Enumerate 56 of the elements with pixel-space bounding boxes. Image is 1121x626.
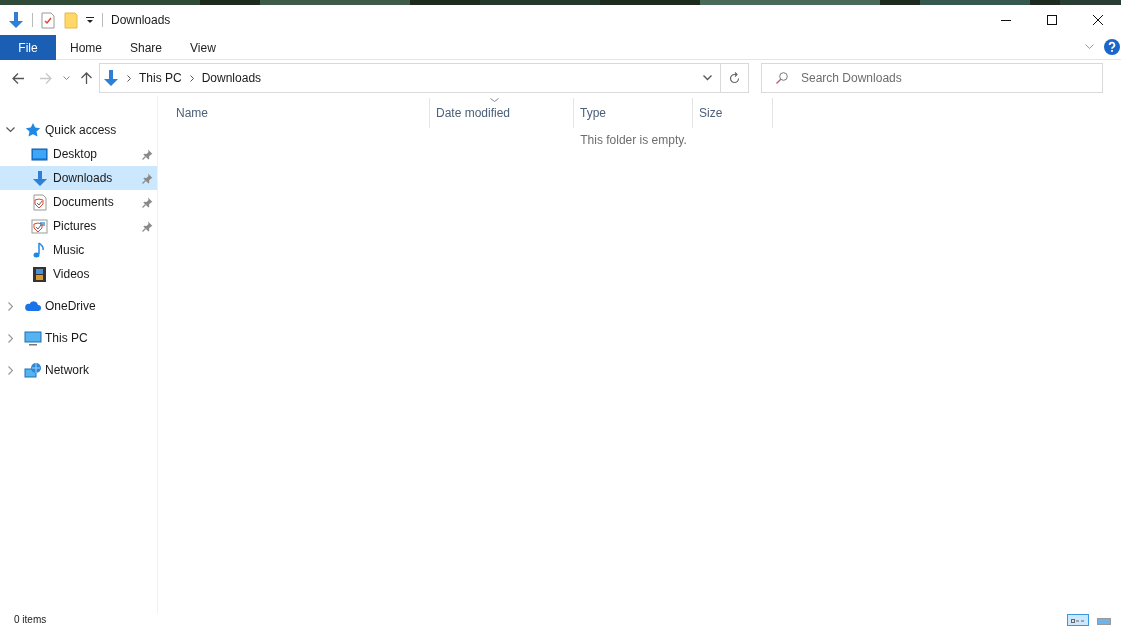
nav-item[interactable]: Downloads	[0, 166, 157, 190]
address-field[interactable]: This PC Downloads	[99, 63, 749, 93]
network-icon	[24, 361, 42, 379]
nav-item[interactable]: OneDrive	[0, 294, 157, 318]
column-header[interactable]: Size	[693, 98, 773, 128]
chevron-down-icon[interactable]	[63, 75, 70, 81]
ribbon-tab[interactable]: Home	[56, 35, 116, 60]
large-icons-view-icon	[1097, 617, 1111, 625]
dropdown-icon[interactable]	[86, 16, 94, 24]
picture-shield-icon	[31, 217, 49, 235]
ribbon-tab[interactable]: File	[0, 35, 56, 60]
ribbon-tab[interactable]: Share	[116, 35, 177, 60]
nav-item[interactable]: Quick access	[0, 118, 157, 142]
breadcrumb[interactable]: This PC	[139, 69, 182, 87]
column-header[interactable]: Name	[170, 98, 430, 128]
column-header[interactable]: Date modified	[430, 98, 574, 128]
computer-icon	[24, 329, 42, 347]
desktop-icon	[31, 145, 49, 163]
nav-item[interactable]: This PC	[0, 326, 157, 350]
up-arrow-icon[interactable]	[81, 72, 92, 84]
search-icon	[776, 72, 788, 84]
chevron-right-icon	[8, 333, 13, 343]
download-arrow-icon[interactable]	[8, 11, 24, 29]
window-title: Downloads	[111, 12, 171, 29]
maximize-icon	[1047, 15, 1057, 25]
nav-item[interactable]: Documents	[0, 190, 157, 214]
back-arrow-icon[interactable]	[12, 72, 24, 84]
details-view-button[interactable]	[1067, 613, 1089, 626]
document-shield-icon	[31, 193, 49, 211]
search-field[interactable]: Search Downloads	[761, 63, 1103, 93]
refresh-icon	[729, 72, 740, 84]
item-count: 0 items	[14, 613, 47, 626]
chevron-right-icon	[189, 74, 194, 82]
nav-item[interactable]: Network	[0, 358, 157, 382]
chevron-right-icon	[8, 301, 13, 311]
column-header[interactable]: Type	[574, 98, 693, 128]
film-icon	[31, 265, 49, 283]
nav-item[interactable]: Music	[0, 238, 157, 262]
chevron-right-icon	[127, 74, 131, 82]
chevron-down-icon[interactable]	[703, 75, 712, 81]
chevron-right-icon	[8, 365, 13, 375]
chevron-down-icon	[6, 127, 15, 133]
breadcrumb[interactable]: Downloads	[201, 69, 262, 87]
close-icon	[1093, 15, 1103, 25]
star-icon	[24, 121, 42, 139]
download-arrow-icon	[31, 169, 49, 187]
nav-item[interactable]: Videos	[0, 262, 157, 286]
details-view-icon	[1071, 617, 1085, 624]
help-icon[interactable]	[1104, 39, 1120, 55]
nav-item[interactable]: Pictures	[0, 214, 157, 238]
nav-item[interactable]: Desktop	[0, 142, 157, 166]
ribbon-tab[interactable]: View	[176, 35, 230, 60]
minimize-icon	[1001, 19, 1011, 21]
empty-folder-message: This folder is empty.	[580, 132, 687, 149]
download-arrow-icon	[103, 69, 119, 87]
document-check-icon[interactable]	[41, 11, 55, 29]
